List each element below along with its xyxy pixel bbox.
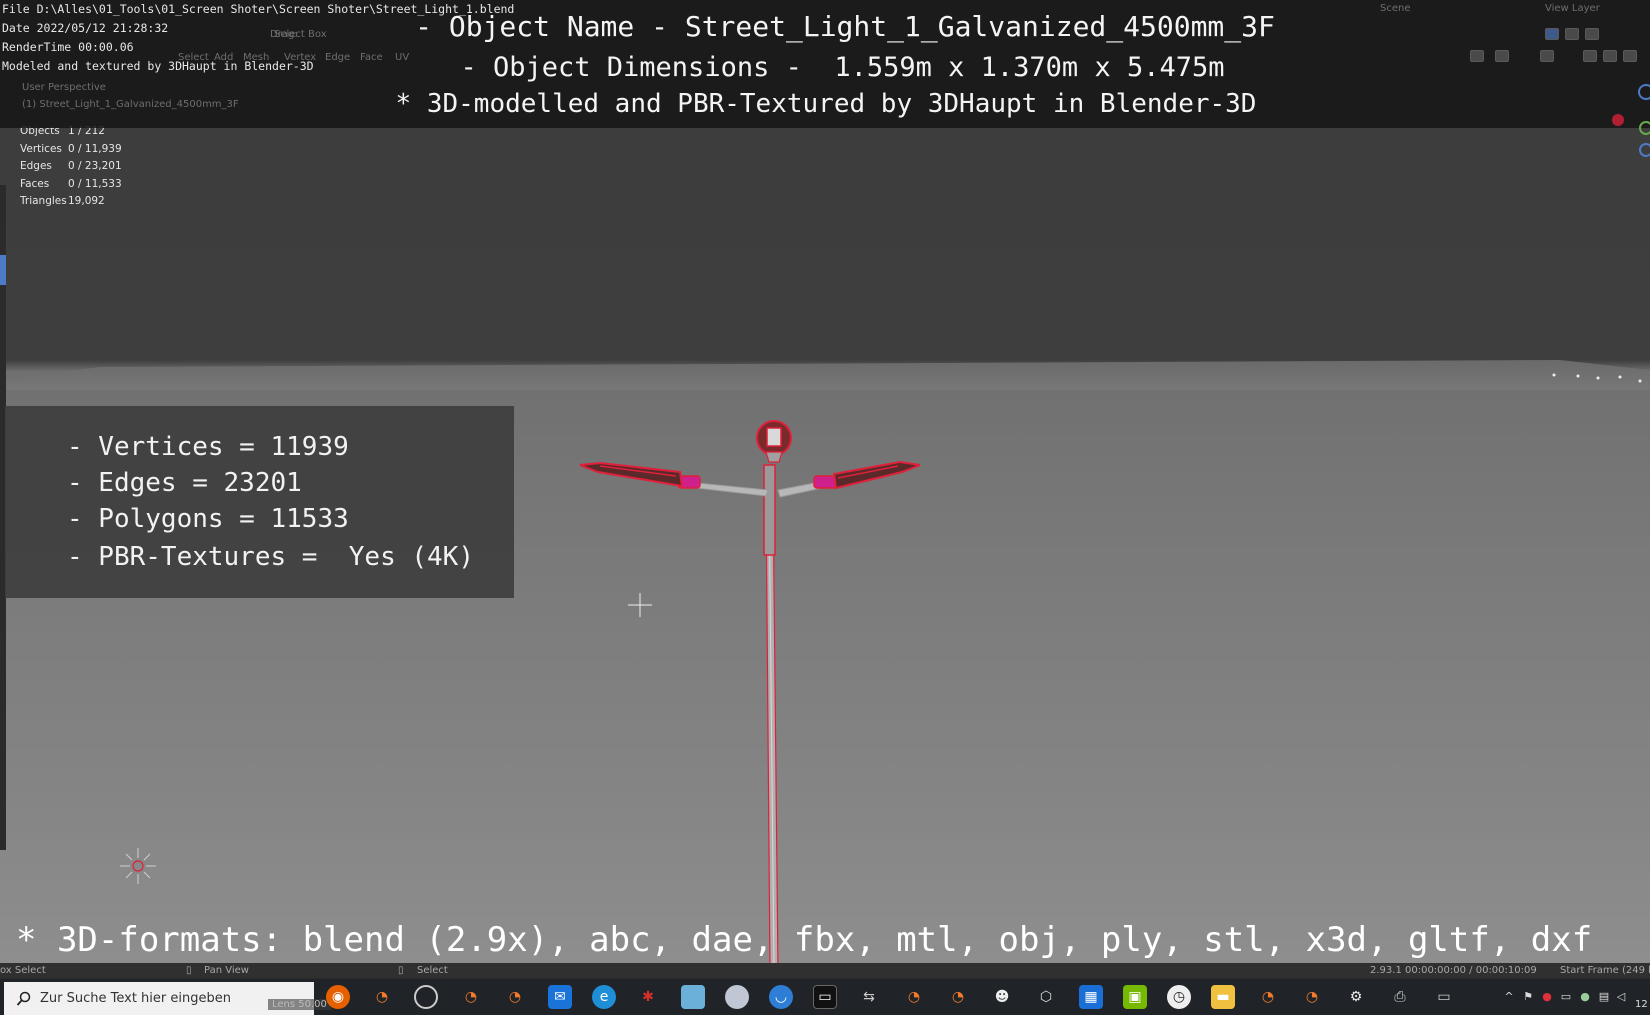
- chat-icon[interactable]: ◡: [769, 985, 793, 1009]
- 3d-viewport[interactable]: Objects 1 / 212 Vertices 0 / 11,939 Edge…: [0, 0, 1650, 965]
- stat-vertices: Vertices 0 / 11,939: [20, 142, 122, 155]
- app-red-icon[interactable]: ✱: [636, 985, 660, 1009]
- 3d-cursor-icon[interactable]: [626, 591, 654, 619]
- tray-battery-icon[interactable]: ▭: [1560, 991, 1572, 1003]
- object-name-title: - Object Name - Street_Light_1_Galvanize…: [415, 10, 1275, 43]
- monitor-icon[interactable]: ▭: [1432, 985, 1456, 1009]
- clock-icon[interactable]: ◷: [1167, 985, 1191, 1009]
- camera-lens-label: Lens 50.00: [268, 999, 331, 1010]
- tray-network-icon[interactable]: ⚑: [1522, 991, 1534, 1003]
- obs-icon[interactable]: [414, 985, 438, 1009]
- info-polygons: - Polygons = 11533: [67, 504, 349, 534]
- credit-title: * 3D-modelled and PBR-Textured by 3DHaup…: [395, 89, 1257, 119]
- blender-icon[interactable]: ◔: [1256, 985, 1280, 1009]
- paint-icon[interactable]: [725, 985, 749, 1009]
- header-overlay: Drag: Select Box Select Add Mesh Vertex …: [0, 0, 1650, 128]
- blender-icon[interactable]: ◔: [1300, 985, 1324, 1009]
- firefox-icon[interactable]: ◉: [326, 985, 350, 1009]
- object-dimensions-title: - Object Dimensions - 1.559m x 1.370m x …: [460, 52, 1225, 83]
- formats-banner: * 3D-formats: blend (2.9x), abc, dae, fb…: [16, 920, 1593, 960]
- folder-icon[interactable]: ▬: [1211, 985, 1235, 1009]
- settings-icon[interactable]: ⚙: [1344, 985, 1368, 1009]
- calendar-icon[interactable]: ▦: [1079, 985, 1103, 1009]
- info-edges: - Edges = 23201: [67, 468, 302, 498]
- tray-volume-icon[interactable]: ◁: [1615, 991, 1627, 1003]
- mouse-icon: ▯: [186, 965, 192, 976]
- info-vertices: - Vertices = 11939: [67, 432, 349, 462]
- status-box-select: ox Select: [0, 965, 46, 976]
- mail-icon[interactable]: ✉: [548, 985, 572, 1009]
- status-bar: ox Select ▯ Pan View ▯ Select 2.93.1 00:…: [0, 963, 1650, 978]
- blender-icon[interactable]: ◔: [503, 985, 527, 1009]
- network-icon[interactable]: ⇆: [857, 985, 881, 1009]
- tray-wifi-icon[interactable]: ▤: [1598, 991, 1610, 1003]
- status-pan-view: Pan View: [204, 965, 249, 976]
- info-textures: - PBR-Textures = Yes (4K): [67, 542, 474, 572]
- stat-triangles: Triangles 19,092: [20, 195, 105, 207]
- tray-clock[interactable]: 12: [1635, 999, 1648, 1010]
- search-icon: [16, 991, 31, 1006]
- mouse-icon: ▯: [398, 965, 404, 976]
- blender-icon[interactable]: ◔: [892, 979, 936, 1015]
- ground-plane-edge: [0, 360, 1650, 390]
- status-select: Select: [417, 965, 448, 976]
- navigation-gizmo[interactable]: [1610, 80, 1650, 160]
- terminal-icon[interactable]: ▭: [813, 985, 837, 1009]
- notes-icon[interactable]: [681, 985, 705, 1009]
- box-icon[interactable]: ⬡: [1034, 985, 1058, 1009]
- printer-icon[interactable]: ⎙: [1388, 985, 1412, 1009]
- distant-objects: [1552, 373, 1642, 383]
- stat-faces: Faces 0 / 11,533: [20, 177, 122, 190]
- blender-icon[interactable]: ◔: [946, 985, 970, 1009]
- blender-icon[interactable]: ◔: [370, 985, 394, 1009]
- status-start-frame: Start Frame (249 le: [1560, 965, 1650, 976]
- scene-statistics: Objects 1 / 212 Vertices 0 / 11,939 Edge…: [20, 125, 122, 213]
- tray-app-icon[interactable]: ●: [1579, 991, 1591, 1003]
- nvidia-icon[interactable]: ▣: [1123, 985, 1147, 1009]
- street-light-model[interactable]: [580, 410, 920, 965]
- tray-antivirus-icon[interactable]: ●: [1541, 991, 1553, 1003]
- search-input[interactable]: [40, 991, 300, 1006]
- blender-icon[interactable]: ◔: [459, 985, 483, 1009]
- status-version: 2.93.1 00:00:00:00 / 00:00:10:09: [1370, 965, 1537, 976]
- panda-icon[interactable]: ☻: [990, 985, 1014, 1009]
- edge-icon[interactable]: e: [592, 985, 616, 1009]
- light-gizmo-icon[interactable]: [118, 846, 158, 886]
- tray-expand-icon[interactable]: ^: [1503, 991, 1515, 1003]
- mesh-info-box: - Vertices = 11939 - Edges = 23201 - Pol…: [5, 406, 514, 598]
- active-tool[interactable]: [0, 255, 6, 285]
- windows-taskbar: Lens 50.00 ◉ ◔ ◔ ◔ ✉ e ✱ ◡ ▭ ⇆ ◔ ◔ ☻ ⬡ ▦…: [0, 979, 1650, 1015]
- stat-edges: Edges 0 / 23,201: [20, 160, 122, 172]
